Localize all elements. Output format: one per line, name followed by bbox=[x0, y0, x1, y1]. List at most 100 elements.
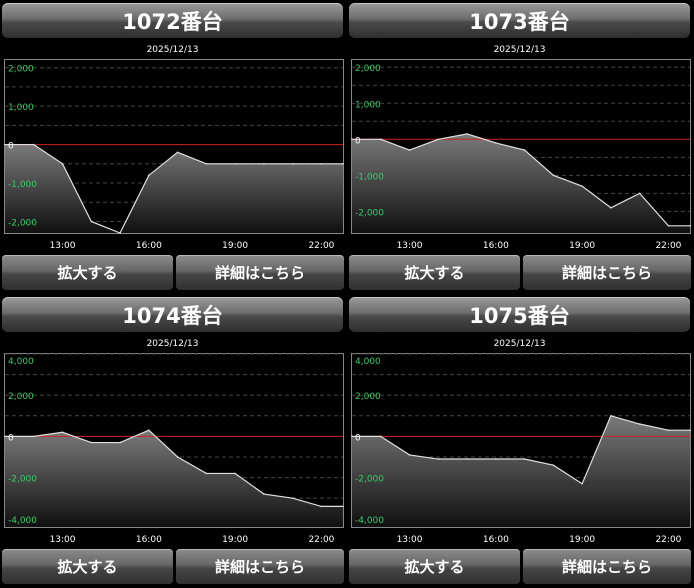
data-point bbox=[148, 429, 150, 432]
data-point bbox=[148, 174, 150, 177]
y-tick-label: 4,000 bbox=[8, 357, 34, 367]
machine-panel-1072: 1072番台 2025/12/13 2,000 1,000 0 -1,000 -2,00… bbox=[1, 0, 344, 294]
panel-title: 1073番台 bbox=[349, 3, 690, 38]
data-point bbox=[581, 482, 583, 485]
chart-date: 2025/12/13 bbox=[146, 339, 199, 349]
data-point bbox=[119, 441, 121, 444]
machine-panel-1073: 1073番台 2025/12/13 2,000 1,000 0 -1,000 -2,00… bbox=[348, 0, 691, 294]
y-tick-label: 4,000 bbox=[355, 357, 381, 367]
y-tick-label: 2,000 bbox=[8, 65, 34, 75]
slump-chart[interactable]: 4,000 2,000 0 -2,000 -4,000 13:00 16:00 19:00 22… bbox=[4, 353, 344, 546]
data-point bbox=[234, 163, 236, 165]
data-point bbox=[320, 505, 323, 508]
data-point bbox=[408, 149, 411, 151]
y-tick-label: 2,000 bbox=[355, 64, 381, 74]
x-tick-label: 13:00 bbox=[397, 241, 423, 251]
x-tick-label: 19:00 bbox=[569, 241, 595, 251]
x-tick-label: 19:00 bbox=[222, 535, 248, 545]
y-tick-label: 2,000 bbox=[8, 392, 34, 402]
x-tick-label: 22:00 bbox=[308, 241, 334, 251]
x-tick-label: 13:00 bbox=[50, 241, 76, 251]
x-tick-label: 22:00 bbox=[308, 535, 334, 545]
x-tick-label: 13:00 bbox=[397, 535, 423, 545]
y-tick-label: -1,000 bbox=[355, 172, 384, 182]
data-point bbox=[342, 505, 344, 508]
data-point bbox=[466, 133, 468, 135]
detail-button[interactable]: 詳細はこちら bbox=[176, 549, 344, 584]
data-point bbox=[119, 232, 121, 234]
machine-panel-1074: 1074番台 2025/12/13 4,000 2,000 0 -2,000 -4,00… bbox=[1, 294, 344, 588]
detail-button[interactable]: 詳細はこちら bbox=[523, 549, 691, 584]
detail-button[interactable]: 詳細はこちら bbox=[523, 255, 691, 290]
data-point bbox=[689, 429, 691, 432]
data-point bbox=[610, 206, 612, 209]
data-point bbox=[4, 143, 6, 146]
y-tick-label: 0 bbox=[8, 142, 14, 152]
data-point bbox=[581, 185, 583, 187]
x-tick-label: 13:00 bbox=[50, 535, 76, 545]
data-point bbox=[61, 163, 64, 165]
data-point bbox=[32, 143, 35, 146]
data-point bbox=[437, 458, 440, 460]
y-tick-label: 1,000 bbox=[8, 103, 34, 113]
data-point bbox=[176, 151, 179, 154]
data-point bbox=[90, 220, 93, 223]
y-tick-label: 0 bbox=[355, 136, 361, 146]
slump-chart[interactable]: 2,000 1,000 0 -1,000 -2,000 13:00 16:00 19:00 22… bbox=[4, 59, 344, 252]
x-tick-label: 16:00 bbox=[483, 241, 509, 251]
data-point bbox=[610, 414, 612, 417]
data-point bbox=[379, 138, 382, 141]
y-tick-label: -4,000 bbox=[8, 516, 37, 526]
panel-title: 1074番台 bbox=[2, 297, 343, 332]
chart-date: 2025/12/13 bbox=[493, 339, 546, 349]
panel-title: 1075番台 bbox=[349, 297, 690, 332]
data-point bbox=[263, 493, 265, 495]
data-point bbox=[408, 454, 411, 456]
data-point bbox=[176, 456, 179, 458]
data-point bbox=[291, 497, 294, 499]
data-point bbox=[667, 429, 670, 432]
data-point bbox=[234, 472, 236, 475]
zoom-button[interactable]: 拡大する bbox=[349, 255, 520, 290]
data-point bbox=[495, 458, 497, 460]
data-point bbox=[351, 138, 353, 141]
data-point bbox=[379, 435, 382, 438]
x-tick-label: 19:00 bbox=[222, 241, 248, 251]
data-point bbox=[342, 163, 344, 165]
data-point bbox=[466, 458, 468, 460]
slump-chart[interactable]: 4,000 2,000 0 -2,000 -4,000 13:00 16:00 19:00 22… bbox=[351, 353, 691, 546]
x-tick-label: 16:00 bbox=[483, 535, 509, 545]
data-point bbox=[351, 435, 353, 438]
data-point bbox=[638, 423, 641, 425]
data-point bbox=[552, 174, 555, 177]
y-tick-label: -4,000 bbox=[355, 516, 384, 526]
y-tick-label: -1,000 bbox=[8, 180, 37, 190]
zoom-button[interactable]: 拡大する bbox=[349, 549, 520, 584]
chart-date: 2025/12/13 bbox=[146, 45, 199, 55]
detail-button[interactable]: 詳細はこちら bbox=[176, 255, 344, 290]
data-point bbox=[495, 142, 497, 144]
x-tick-label: 16:00 bbox=[136, 535, 162, 545]
x-tick-label: 22:00 bbox=[655, 535, 681, 545]
y-tick-label: -2,000 bbox=[355, 475, 384, 485]
data-point bbox=[523, 458, 526, 460]
zoom-button[interactable]: 拡大する bbox=[2, 549, 173, 584]
panel-title: 1072番台 bbox=[2, 3, 343, 38]
data-point bbox=[320, 163, 323, 165]
data-point bbox=[552, 464, 555, 467]
x-tick-label: 19:00 bbox=[569, 535, 595, 545]
data-point bbox=[291, 163, 294, 165]
data-point bbox=[4, 435, 6, 438]
x-tick-label: 22:00 bbox=[655, 241, 681, 251]
x-tick-label: 16:00 bbox=[136, 241, 162, 251]
y-tick-label: 0 bbox=[8, 433, 14, 443]
y-tick-label: 2,000 bbox=[355, 392, 381, 402]
y-tick-label: -2,000 bbox=[8, 475, 37, 485]
zoom-button[interactable]: 拡大する bbox=[2, 255, 173, 290]
data-point bbox=[523, 149, 526, 151]
data-point bbox=[263, 163, 265, 165]
data-point bbox=[61, 431, 64, 434]
data-point bbox=[689, 224, 691, 227]
slump-chart[interactable]: 2,000 1,000 0 -1,000 -2,000 13:00 16:00 19:00 22… bbox=[351, 59, 691, 252]
data-point bbox=[205, 472, 208, 475]
